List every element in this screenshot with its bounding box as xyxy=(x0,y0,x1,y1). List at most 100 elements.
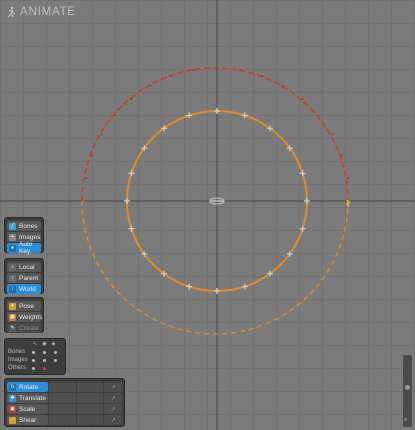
outer-path-point[interactable] xyxy=(341,154,343,157)
outer-path-point[interactable] xyxy=(349,200,351,202)
outer-path-point[interactable] xyxy=(130,301,133,304)
scale-options-icon[interactable]: ↗ xyxy=(104,404,122,414)
outer-path-point[interactable] xyxy=(130,98,133,101)
visibility-row-others: Others xyxy=(8,364,54,372)
rotate-value-field[interactable] xyxy=(49,382,76,392)
label-toggle-dot[interactable] xyxy=(54,358,57,362)
outer-path-point[interactable] xyxy=(347,177,349,179)
weights-button[interactable]: ▦ Weights xyxy=(7,312,42,322)
inner-vertex-handle[interactable] xyxy=(214,108,220,114)
outer-path-point[interactable] xyxy=(216,67,218,69)
outer-path-point[interactable] xyxy=(149,84,152,87)
outer-path-point[interactable] xyxy=(100,133,103,136)
image-icon: ▪ xyxy=(9,233,16,241)
outer-path-top xyxy=(81,67,349,202)
outer-path-point[interactable] xyxy=(85,223,87,225)
outer-path-point[interactable] xyxy=(170,75,173,77)
world-axis-icon: ↕ xyxy=(9,285,16,293)
bones-button[interactable]: ╱ Bones xyxy=(7,221,41,231)
rotate-value-field-2[interactable] xyxy=(76,382,104,392)
zoom-slider[interactable]: ⌕ xyxy=(403,355,412,427)
shear-y-field[interactable] xyxy=(76,415,104,425)
outer-path-point[interactable] xyxy=(239,69,241,71)
outer-path-point[interactable] xyxy=(114,285,117,288)
outer-path-point[interactable] xyxy=(193,331,195,333)
outer-path-point[interactable] xyxy=(216,333,218,335)
visible-toggle-dot[interactable] xyxy=(43,350,46,354)
outer-path-point[interactable] xyxy=(193,69,195,71)
outer-path-point[interactable] xyxy=(239,331,241,333)
inner-vertex-handle[interactable] xyxy=(214,288,220,294)
inner-vertex-handle[interactable] xyxy=(241,112,248,119)
inner-vertex-handle[interactable] xyxy=(299,225,306,232)
outer-path-point[interactable] xyxy=(261,75,264,77)
parent-button-label: Parent xyxy=(19,274,39,282)
shear-x-field[interactable] xyxy=(49,415,76,425)
outer-path-point[interactable] xyxy=(100,266,103,269)
zoom-icon[interactable]: ⌕ xyxy=(404,417,407,424)
inner-vertex-handle[interactable] xyxy=(186,112,193,119)
visible-toggle-dot[interactable] xyxy=(43,366,46,370)
shear-button[interactable]: ⟋ Shear xyxy=(7,415,49,425)
visibility-table: ↖ ◉ ◈ Bones Images Others xyxy=(4,338,66,375)
select-toggle-dot[interactable] xyxy=(32,358,35,362)
outer-path-point[interactable] xyxy=(91,154,93,157)
outer-path-point[interactable] xyxy=(301,98,304,101)
world-button[interactable]: ↕ World xyxy=(7,284,41,294)
weights-icon: ▦ xyxy=(9,313,16,321)
scale-button[interactable]: ▣ Scale xyxy=(7,404,49,414)
scale-y-field[interactable] xyxy=(76,404,104,414)
translate-y-field[interactable] xyxy=(76,393,104,403)
create-button[interactable]: ✎ Create xyxy=(7,323,41,333)
select-toggle-dot[interactable] xyxy=(32,350,35,354)
visible-toggle-dot[interactable] xyxy=(43,358,46,362)
outer-path-point[interactable] xyxy=(331,266,334,269)
auto-key-button[interactable]: ● Auto Key xyxy=(7,241,41,255)
outer-path-point[interactable] xyxy=(261,325,264,327)
translate-options-icon[interactable]: ↗ xyxy=(104,393,122,403)
outer-path-point[interactable] xyxy=(317,285,320,288)
outer-path-point[interactable] xyxy=(282,315,285,318)
key-toggle-icon: ● xyxy=(9,244,16,252)
translate-row: ✥ Translate ↗ xyxy=(7,393,122,403)
translate-x-field[interactable] xyxy=(49,393,76,403)
outer-path-point[interactable] xyxy=(347,223,349,225)
visibility-row-label: Bones xyxy=(8,349,26,355)
label-toggle-dot[interactable] xyxy=(54,350,57,354)
select-toggle-dot[interactable] xyxy=(32,366,35,370)
outer-path-point[interactable] xyxy=(91,245,93,248)
inner-vertex-handle[interactable] xyxy=(304,198,310,204)
translate-icon: ✥ xyxy=(9,394,16,402)
inner-vertex-handle[interactable] xyxy=(241,283,248,290)
outer-path-point[interactable] xyxy=(301,301,304,304)
pose-button[interactable]: ✦ Pose xyxy=(7,301,41,311)
outer-path-point[interactable] xyxy=(114,114,117,117)
scale-x-field[interactable] xyxy=(49,404,76,414)
inner-vertex-handle[interactable] xyxy=(124,198,130,204)
shear-options-icon[interactable]: ↗ xyxy=(104,415,122,425)
zoom-slider-knob[interactable] xyxy=(405,385,410,390)
scale-button-label: Scale xyxy=(19,405,36,413)
shear-row: ⟋ Shear ↗ xyxy=(7,415,122,425)
parent-button[interactable]: ↕ Parent xyxy=(7,273,41,283)
local-button[interactable]: ↕ Local xyxy=(7,262,41,272)
running-man-icon xyxy=(7,6,16,18)
outer-path-point[interactable] xyxy=(282,84,285,87)
inner-vertex-handle[interactable] xyxy=(128,170,135,177)
rotate-button[interactable]: ↻ Rotate xyxy=(7,382,49,392)
outer-path-point[interactable] xyxy=(317,114,320,117)
outer-path-point[interactable] xyxy=(331,133,334,136)
outer-path-point[interactable] xyxy=(83,200,85,202)
inner-vertex-handle[interactable] xyxy=(299,170,306,177)
inner-vertex-handle[interactable] xyxy=(186,283,193,290)
outer-path-point[interactable] xyxy=(85,177,87,179)
create-button-label: Create xyxy=(19,324,39,332)
outer-path-point[interactable] xyxy=(341,245,343,248)
auto-key-button-label: Auto Key xyxy=(19,241,33,255)
outer-path-point[interactable] xyxy=(170,325,173,327)
rotate-options-icon[interactable]: ↗ xyxy=(104,382,122,392)
translate-button[interactable]: ✥ Translate xyxy=(7,393,49,403)
outer-path-point[interactable] xyxy=(149,315,152,318)
inner-vertex-handle[interactable] xyxy=(128,225,135,232)
translate-button-label: Translate xyxy=(19,394,46,402)
